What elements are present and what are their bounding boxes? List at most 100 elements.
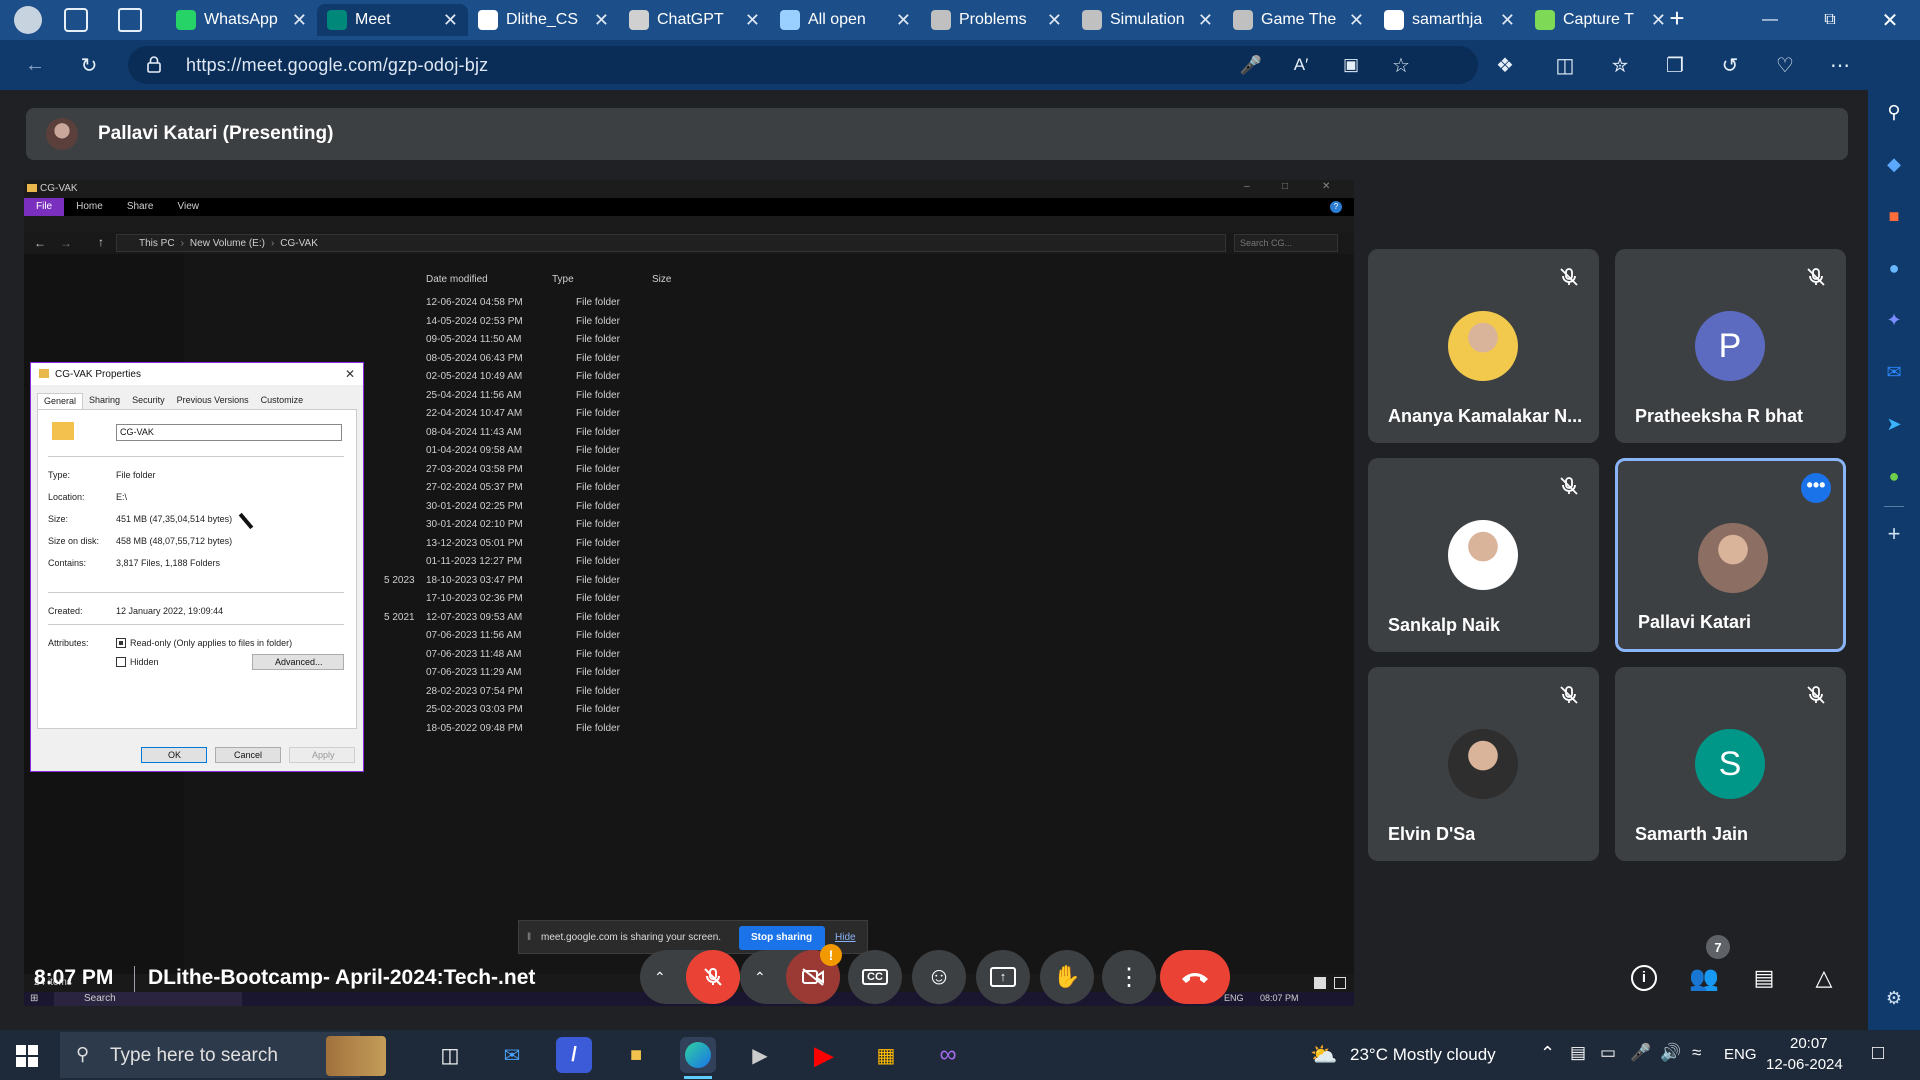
read-aloud-icon[interactable]: A′ xyxy=(1284,48,1318,82)
inner-search-box[interactable]: Search xyxy=(54,992,242,1006)
edge-browser-icon[interactable] xyxy=(680,1037,716,1073)
microsoft-store-icon[interactable]: ▦ xyxy=(868,1037,904,1073)
details-view-icon[interactable] xyxy=(1314,977,1326,989)
media-player-icon[interactable]: ▶ xyxy=(742,1037,778,1073)
chat-button[interactable]: ▤ xyxy=(1742,956,1786,1000)
browser-tab[interactable]: WhatsApp ✕ xyxy=(166,4,317,36)
meeting-details-button[interactable]: i xyxy=(1622,956,1666,1000)
visual-studio-code-insiders-icon[interactable]: / xyxy=(556,1037,592,1073)
restore-button[interactable]: ⧉ xyxy=(1800,0,1860,40)
workspaces-icon[interactable] xyxy=(64,8,88,32)
browser-tab[interactable]: Simulation ✕ xyxy=(1072,4,1223,36)
weather-icon[interactable]: ⛅ xyxy=(1310,1042,1337,1068)
mail-icon[interactable]: ✉ xyxy=(494,1037,530,1073)
youtube-icon[interactable]: ▶ xyxy=(806,1037,842,1073)
reactions-button[interactable]: ☺ xyxy=(912,950,966,1004)
close-tab-icon[interactable]: ✕ xyxy=(292,10,307,31)
help-icon[interactable]: ? xyxy=(1330,201,1342,213)
clock-date[interactable]: 12-06-2024 xyxy=(1766,1056,1843,1073)
performance-icon[interactable]: ♡ xyxy=(1768,48,1802,82)
clock-time[interactable]: 20:07 xyxy=(1790,1035,1828,1052)
language-indicator[interactable]: ENG xyxy=(1724,1046,1757,1063)
tools-icon[interactable]: ■ xyxy=(1878,200,1910,232)
captions-button[interactable]: CC xyxy=(848,950,902,1004)
leave-call-button[interactable] xyxy=(1160,950,1230,1004)
split-screen-icon[interactable]: ◫ xyxy=(1548,48,1582,82)
explorer-maximize-icon[interactable]: □ xyxy=(1282,181,1288,192)
tray-chevron-icon[interactable]: ⌃ xyxy=(1540,1043,1555,1064)
dialog-tab[interactable]: Security xyxy=(126,393,171,409)
close-tab-icon[interactable]: ✕ xyxy=(1500,10,1515,31)
visual-studio-icon[interactable]: ∞ xyxy=(930,1037,966,1073)
close-tab-icon[interactable]: ✕ xyxy=(896,10,911,31)
breadcrumb-item[interactable]: This PC xyxy=(139,238,175,249)
extensions-icon[interactable]: ❖ xyxy=(1488,48,1522,82)
dialog-close-icon[interactable]: ✕ xyxy=(345,367,355,381)
sidebar-search-icon[interactable]: ⚲ xyxy=(1878,96,1910,128)
chevron-up-icon[interactable]: ⌃ xyxy=(654,969,666,986)
taskbar-search-box[interactable]: ⚲ Type here to search xyxy=(60,1032,386,1078)
advanced-button[interactable]: Advanced... xyxy=(252,654,344,670)
readonly-checkbox[interactable] xyxy=(116,638,126,648)
column-header[interactable]: Size xyxy=(652,274,671,285)
browser-tab[interactable]: All open ✕ xyxy=(770,4,921,36)
nav-forward-icon[interactable]: → xyxy=(60,236,72,250)
cancel-button[interactable]: Cancel xyxy=(215,747,281,763)
folder-name-value[interactable]: CG-VAK xyxy=(120,427,154,437)
breadcrumb-item[interactable]: CG-VAK xyxy=(280,238,318,249)
windows-start-icon[interactable] xyxy=(16,1045,38,1067)
folder-name-input[interactable]: CG-VAK xyxy=(116,424,342,441)
dialog-tab[interactable]: Customize xyxy=(255,393,310,409)
drop-icon[interactable]: ● xyxy=(1878,460,1910,492)
breadcrumb-item[interactable]: New Volume (E:) xyxy=(190,238,265,249)
ribbon-tab[interactable]: Share xyxy=(115,198,166,216)
file-row[interactable]: 09-05-2024 11:50 AM File folder xyxy=(204,332,724,348)
games-icon[interactable]: ● xyxy=(1878,252,1910,284)
history-icon[interactable]: ↺ xyxy=(1713,48,1747,82)
shopping-tag-icon[interactable]: ◆ xyxy=(1878,148,1910,180)
ok-button[interactable]: OK xyxy=(141,747,207,763)
outlook-icon[interactable]: ✉ xyxy=(1878,356,1910,388)
tiles-view-icon[interactable] xyxy=(1334,977,1346,989)
weather-text[interactable]: 23°C Mostly cloudy xyxy=(1350,1045,1496,1065)
close-window-button[interactable]: ✕ xyxy=(1860,0,1920,40)
collections-icon[interactable]: ❐ xyxy=(1658,48,1692,82)
close-tab-icon[interactable]: ✕ xyxy=(443,10,458,31)
new-tab-button[interactable]: + xyxy=(1662,4,1692,34)
dialog-tab[interactable]: Sharing xyxy=(83,393,126,409)
sidebar-settings-icon[interactable]: ⚙ xyxy=(1878,982,1910,1014)
nav-up-icon[interactable]: ↑ xyxy=(98,235,104,249)
microphone-icon[interactable]: 🎤 xyxy=(1234,48,1268,82)
explorer-close-icon[interactable]: ✕ xyxy=(1322,181,1330,192)
browser-tab[interactable]: Problems ✕ xyxy=(921,4,1072,36)
file-row[interactable]: 12-06-2024 04:58 PM File folder xyxy=(204,295,724,311)
participant-tile[interactable]: Sankalp Naik xyxy=(1368,458,1599,652)
dialog-tab[interactable]: Previous Versions xyxy=(171,393,255,409)
participant-tile[interactable]: S Samarth Jain xyxy=(1615,667,1846,861)
url-box[interactable]: https://meet.google.com/gzp-odoj-bjz 🎤 A… xyxy=(128,46,1478,84)
participant-tile[interactable]: Ananya Kamalakar N... xyxy=(1368,249,1599,443)
explorer-minimize-icon[interactable]: – xyxy=(1244,181,1250,192)
more-menu-icon[interactable]: ⋯ xyxy=(1823,48,1857,82)
browser-tab[interactable]: ChatGPT ✕ xyxy=(619,4,770,36)
microphone-off-button[interactable] xyxy=(686,950,740,1004)
browser-tab[interactable]: samarthja ✕ xyxy=(1374,4,1525,36)
more-options-button[interactable]: ⋮ xyxy=(1102,950,1156,1004)
hidden-checkbox[interactable] xyxy=(116,657,126,667)
ribbon-tab[interactable]: File xyxy=(24,198,65,216)
browser-tab[interactable]: Game The ✕ xyxy=(1223,4,1374,36)
participant-tile[interactable]: P Pratheeksha R bhat xyxy=(1615,249,1846,443)
network-icon[interactable]: ▤ xyxy=(1570,1043,1586,1063)
url-text[interactable]: https://meet.google.com/gzp-odoj-bjz xyxy=(186,55,488,76)
close-tab-icon[interactable]: ✕ xyxy=(1198,10,1213,31)
dialog-tab[interactable]: General xyxy=(37,393,84,409)
favorites-icon[interactable]: ✮ xyxy=(1603,48,1637,82)
tab-actions-icon[interactable] xyxy=(118,8,142,32)
file-row[interactable]: 14-05-2024 02:53 PM File folder xyxy=(204,314,724,330)
explorer-search[interactable]: Search CG... xyxy=(1234,234,1338,252)
close-tab-icon[interactable]: ✕ xyxy=(1349,10,1364,31)
profile-avatar[interactable] xyxy=(14,6,42,34)
ribbon-tab[interactable]: View xyxy=(166,198,212,216)
activities-button[interactable]: △ xyxy=(1802,956,1846,1000)
drag-handle-icon[interactable]: ‖ xyxy=(527,932,531,943)
